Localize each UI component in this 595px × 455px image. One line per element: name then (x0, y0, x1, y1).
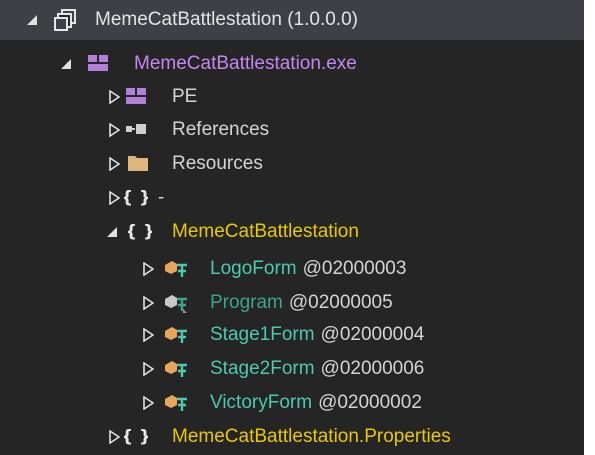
type-token: @02000002 (318, 392, 422, 413)
tree-node-namespace-empty[interactable]: { } - (0, 181, 584, 215)
expand-triangle-icon[interactable] (106, 429, 122, 445)
expand-triangle-icon[interactable] (140, 395, 156, 411)
type-token: @02000004 (320, 324, 425, 345)
expand-triangle-icon[interactable] (106, 190, 122, 206)
assembly-version: (1.0.0.0) (287, 9, 358, 30)
collapse-triangle-icon[interactable] (104, 224, 120, 240)
tree-node-type[interactable]: VictoryForm @02000002 (0, 386, 584, 420)
collapse-triangle-icon[interactable] (58, 56, 74, 72)
tree-node-pe[interactable]: PE (0, 80, 584, 114)
namespace-properties-label: MemeCatBattlestation.Properties (172, 426, 451, 447)
tree-node-type[interactable]: Stage2Form @02000006 (0, 352, 584, 386)
class-icon (163, 357, 187, 381)
namespace-icon: { } (121, 186, 151, 210)
module-icon (86, 51, 110, 75)
assembly-explorer-panel: MemeCatBattlestation (1.0.0.0) MemeCatBa… (0, 0, 584, 455)
assembly-icon (54, 8, 78, 32)
svg-text:{ }: { } (124, 188, 148, 208)
expand-triangle-icon[interactable] (106, 156, 122, 172)
type-name: LogoForm (210, 258, 297, 279)
type-token: @02000005 (288, 292, 393, 313)
references-icon (124, 117, 148, 141)
expand-triangle-icon[interactable] (140, 327, 156, 343)
tree-node-type[interactable]: LogoForm @02000003 (0, 252, 584, 286)
type-token: @02000006 (320, 358, 425, 379)
expand-triangle-icon[interactable] (140, 295, 156, 311)
assembly-name: MemeCatBattlestation (95, 9, 282, 30)
type-token: @02000003 (302, 258, 407, 279)
class-icon (163, 323, 187, 347)
module-label: MemeCatBattlestation.exe (134, 53, 357, 74)
references-label: References (172, 119, 270, 140)
tree-node-namespace-properties[interactable]: { } MemeCatBattlestation.Properties (0, 420, 584, 454)
expand-triangle-icon[interactable] (106, 122, 122, 138)
class-icon (163, 257, 187, 281)
pe-icon (124, 84, 148, 108)
resources-label: Resources (172, 153, 263, 174)
expand-triangle-icon[interactable] (106, 89, 122, 105)
type-name: Stage2Form (210, 358, 315, 379)
tree-node-resources[interactable]: Resources (0, 147, 584, 181)
namespace-main-label: MemeCatBattlestation (172, 221, 359, 242)
svg-text:{ }: { } (128, 222, 152, 242)
namespace-icon: { } (121, 425, 151, 449)
tree-node-assembly[interactable]: MemeCatBattlestation (1.0.0.0) (0, 0, 584, 40)
type-name: Program (210, 292, 283, 313)
type-name: Stage1Form (210, 324, 315, 345)
pe-label: PE (172, 86, 198, 107)
folder-icon (126, 151, 150, 175)
tree-node-namespace-main[interactable]: { } MemeCatBattlestation (0, 215, 584, 249)
namespace-icon: { } (125, 220, 155, 244)
collapse-triangle-icon[interactable] (24, 12, 40, 28)
tree-node-references[interactable]: References (0, 113, 584, 147)
tree-node-type[interactable]: Stage1Form @02000004 (0, 318, 584, 352)
internal-class-icon (163, 291, 187, 315)
expand-triangle-icon[interactable] (140, 361, 156, 377)
type-name: VictoryForm (210, 392, 313, 413)
class-icon (163, 391, 187, 415)
expand-triangle-icon[interactable] (140, 261, 156, 277)
tree-node-type[interactable]: Program @02000005 (0, 286, 584, 320)
svg-text:{ }: { } (124, 427, 148, 447)
tree-node-module[interactable]: MemeCatBattlestation.exe (0, 47, 584, 81)
namespace-empty-label: - (158, 187, 165, 208)
